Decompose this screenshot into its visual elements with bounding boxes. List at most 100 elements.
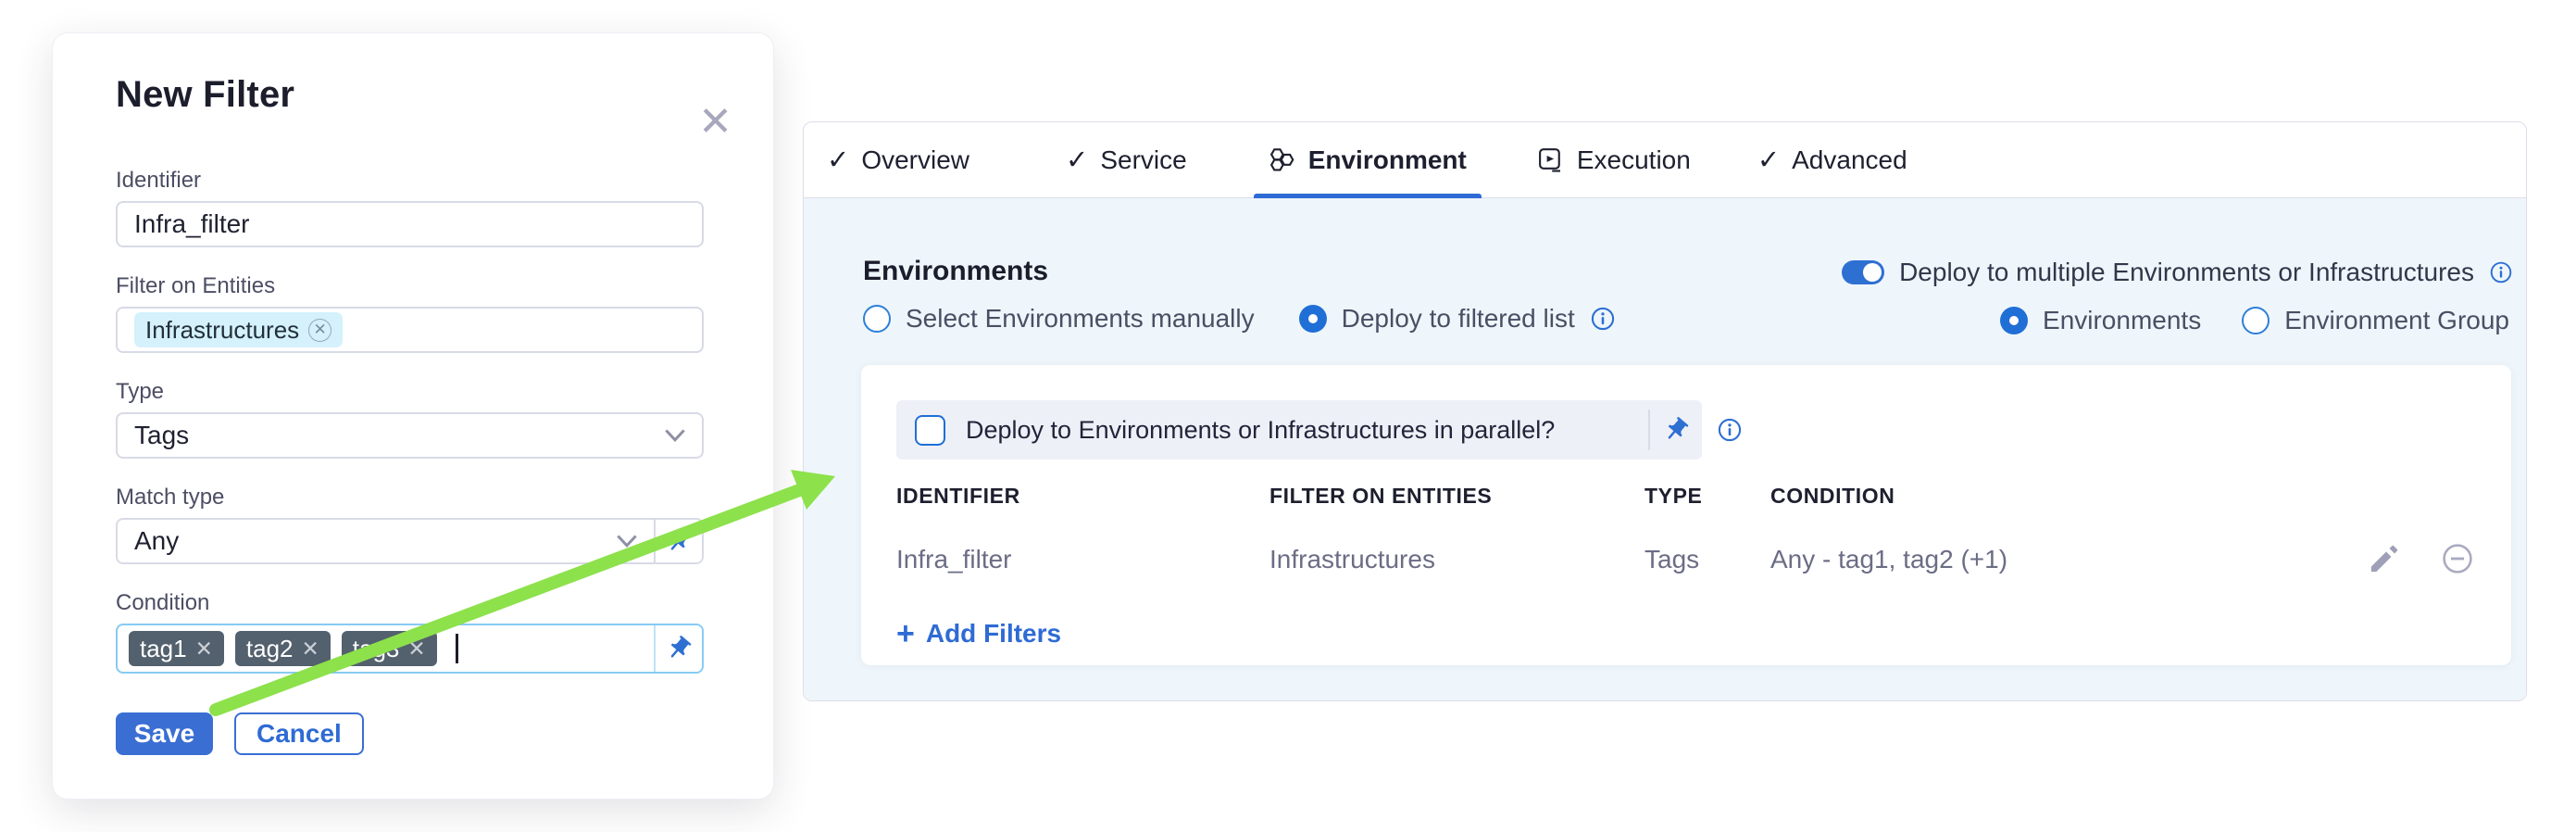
col-filter-on-entities: FILTER ON ENTITIES — [1269, 484, 1644, 509]
chip-remove-icon[interactable]: ✕ — [308, 319, 331, 342]
filters-card: Deploy to Environments or Infrastructure… — [861, 365, 2511, 665]
new-filter-modal: New Filter ✕ Identifier Infra_filter Fil… — [53, 33, 773, 799]
tab-label: Advanced — [1792, 145, 1907, 175]
environments-header-left: Environments Select Environments manuall… — [863, 256, 1616, 334]
close-icon[interactable]: ✕ — [698, 102, 732, 143]
match-type-pin-button[interactable] — [654, 520, 702, 562]
modal-footer: Save Cancel — [116, 712, 727, 755]
environment-mode-radios: Select Environments manually Deploy to f… — [863, 304, 1616, 334]
match-type-value: Any — [134, 526, 179, 556]
plus-icon: + — [896, 618, 915, 649]
info-icon[interactable] — [1590, 306, 1616, 332]
filters-table-header: IDENTIFIER FILTER ON ENTITIES TYPE CONDI… — [896, 484, 2476, 509]
radio-icon[interactable] — [2000, 307, 2028, 334]
match-type-select[interactable]: Any — [116, 518, 704, 564]
condition-pin-button[interactable] — [654, 625, 702, 672]
identifier-value: Infra_filter — [134, 209, 250, 239]
environments-header-right: Deploy to multiple Environments or Infra… — [1842, 256, 2513, 335]
stage-tabbar: ✓ Overview ✓ Service Environment — [804, 122, 2526, 198]
tab-label: Service — [1100, 145, 1186, 175]
tag-remove-icon[interactable]: ✕ — [195, 637, 213, 662]
parallel-info[interactable] — [1717, 417, 1743, 443]
tab-label: Execution — [1577, 145, 1691, 175]
tag-chip[interactable]: tag2 ✕ — [235, 631, 331, 666]
radio-label: Deploy to filtered list — [1342, 304, 1575, 334]
parallel-strip-row: Deploy to Environments or Infrastructure… — [896, 400, 2476, 460]
pushpin-icon — [665, 635, 693, 662]
tab-label: Environment — [1308, 145, 1467, 175]
table-row: Infra_filter Infrastructures Tags Any - … — [896, 540, 2476, 579]
cell-identifier: Infra_filter — [896, 545, 1269, 574]
tag-chip-label: tag1 — [140, 635, 187, 663]
tab-overview[interactable]: ✓ Overview — [827, 122, 969, 197]
execution-play-icon — [1537, 146, 1565, 174]
tag-remove-icon[interactable]: ✕ — [302, 637, 319, 662]
radio-label: Environment Group — [2284, 306, 2509, 335]
tag-chip-label: tag2 — [246, 635, 294, 663]
tab-environment[interactable]: Environment — [1269, 122, 1467, 197]
filter-on-entities-field[interactable]: Infrastructures ✕ — [116, 307, 704, 353]
cell-filter-on-entities: Infrastructures — [1269, 545, 1644, 574]
type-value: Tags — [134, 421, 189, 450]
condition-field[interactable]: tag1 ✕ tag2 ✕ tag3 ✕ — [116, 624, 704, 674]
environment-target-radios: Environments Environment Group — [2000, 306, 2509, 335]
pushpin-icon — [1662, 416, 1690, 444]
tag-chip[interactable]: tag1 ✕ — [129, 631, 224, 666]
radio-select-manually[interactable]: Select Environments manually — [863, 304, 1255, 334]
environment-tab-content: Environments Select Environments manuall… — [804, 198, 2526, 700]
cell-type: Tags — [1644, 545, 1770, 574]
tag-remove-icon[interactable]: ✕ — [407, 637, 425, 662]
check-icon: ✓ — [1066, 144, 1088, 176]
match-type-label: Match type — [116, 485, 727, 511]
parallel-checkbox-label: Deploy to Environments or Infrastructure… — [966, 416, 1648, 445]
multi-env-toggle[interactable] — [1842, 260, 1884, 284]
radio-label: Select Environments manually — [906, 304, 1255, 334]
add-filters-button[interactable]: + Add Filters — [896, 618, 1061, 649]
tab-service[interactable]: ✓ Service — [1066, 122, 1187, 197]
check-icon: ✓ — [827, 144, 849, 176]
pipeline-stage-panel: ✓ Overview ✓ Service Environment — [803, 121, 2527, 701]
remove-minus-circle-icon[interactable] — [2441, 542, 2474, 575]
condition-label: Condition — [116, 590, 727, 616]
parallel-checkbox-strip: Deploy to Environments or Infrastructure… — [896, 400, 1702, 460]
radio-icon[interactable] — [863, 305, 891, 333]
info-icon[interactable] — [2489, 260, 2513, 284]
tab-advanced[interactable]: ✓ Advanced — [1757, 122, 1907, 197]
identifier-field[interactable]: Infra_filter — [116, 201, 704, 247]
check-icon: ✓ — [1757, 144, 1780, 176]
text-cursor — [456, 634, 458, 663]
radio-icon[interactable] — [1299, 305, 1327, 333]
condition-chips[interactable]: tag1 ✕ tag2 ✕ tag3 ✕ — [118, 625, 643, 672]
radio-environment-group[interactable]: Environment Group — [2242, 306, 2509, 335]
radio-icon[interactable] — [2242, 307, 2270, 334]
environments-heading: Environments — [863, 256, 1616, 287]
entity-chip[interactable]: Infrastructures ✕ — [134, 312, 343, 347]
type-select[interactable]: Tags — [116, 412, 704, 459]
tab-execution[interactable]: Execution — [1537, 122, 1691, 197]
edit-pencil-icon[interactable] — [2369, 543, 2400, 574]
chevron-down-icon — [665, 429, 685, 442]
parallel-checkbox[interactable] — [915, 415, 945, 446]
environments-header: Environments Select Environments manuall… — [863, 256, 2513, 335]
modal-title: New Filter — [116, 74, 727, 116]
multi-env-toggle-row: Deploy to multiple Environments or Infra… — [1842, 258, 2513, 287]
tab-label: Overview — [861, 145, 969, 175]
filter-on-entities-label: Filter on Entities — [116, 273, 727, 299]
cancel-button[interactable]: Cancel — [234, 712, 364, 755]
col-type: TYPE — [1644, 484, 1770, 509]
radio-environments[interactable]: Environments — [2000, 306, 2201, 335]
parallel-pin-button[interactable] — [1650, 416, 1702, 444]
radio-deploy-filtered[interactable]: Deploy to filtered list — [1299, 304, 1616, 334]
add-filters-label: Add Filters — [926, 619, 1061, 649]
match-type-select-main[interactable]: Any — [118, 520, 654, 562]
toggle-label: Deploy to multiple Environments or Infra… — [1899, 258, 2474, 287]
chevron-down-icon — [617, 535, 637, 548]
type-label: Type — [116, 379, 727, 405]
info-icon — [1717, 417, 1743, 443]
pushpin-icon — [665, 527, 693, 555]
save-button[interactable]: Save — [116, 712, 213, 755]
toggle-knob — [1863, 263, 1882, 282]
tag-chip[interactable]: tag3 ✕ — [342, 631, 437, 666]
entity-chip-label: Infrastructures — [145, 316, 299, 345]
col-identifier: IDENTIFIER — [896, 484, 1269, 509]
